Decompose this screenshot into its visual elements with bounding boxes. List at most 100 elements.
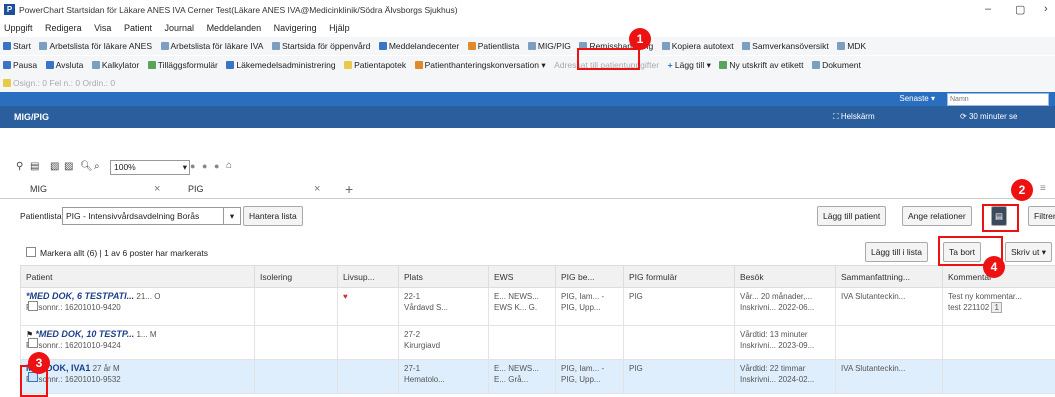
toolbar-kopiera-autotext[interactable]: Kopiera autotext <box>661 37 734 55</box>
patient-search-input[interactable] <box>947 93 1049 106</box>
col-livsup[interactable]: Livsup... <box>337 265 399 288</box>
row-checkbox[interactable] <box>28 301 38 311</box>
start-icon <box>3 42 11 50</box>
add-to-list-button[interactable]: Lägg till i lista <box>865 242 929 262</box>
print-icon[interactable]: ▤ <box>30 161 39 172</box>
toolbar-samverkansoversikt[interactable]: Samverkansöversikt <box>742 37 829 55</box>
close-icon[interactable]: × <box>154 180 160 198</box>
close-icon[interactable]: × <box>314 180 320 198</box>
livsup-cell <box>337 325 399 360</box>
set-relations-button[interactable]: Ange relationer <box>902 206 972 226</box>
col-ews[interactable]: EWS <box>488 265 556 288</box>
counters-text: Osign.: 0 Fel n.: 0 Ordin.: 0 <box>13 78 116 88</box>
toolbar-label: Patienthanteringskonversation <box>424 60 539 70</box>
col-sammanfattning[interactable]: Sammanfattning... <box>835 265 943 288</box>
menu-icon[interactable]: ≡ <box>1040 180 1046 198</box>
toolbar-lagg-till[interactable]: + Lägg till ▾ <box>668 56 711 74</box>
checkbox-icon <box>26 247 36 257</box>
comment-cell[interactable]: Test ny kommentar... test 221102 1 <box>942 287 1055 326</box>
col-pig-be[interactable]: PIG be... <box>555 265 624 288</box>
toolbar-patientapotek[interactable]: Patientapotek <box>344 56 406 74</box>
print-dropdown-button[interactable]: Skriv ut ▾ <box>1005 242 1052 262</box>
zoom-in-icon[interactable]: 🔍︎ <box>80 161 93 172</box>
close-button[interactable]: › <box>1044 3 1048 15</box>
patient-cell[interactable]: ⚑ *MED DOK, 10 TESTP... 1... M Personnr.:… <box>20 325 255 360</box>
tab-pig[interactable]: PIG <box>188 180 204 198</box>
fullscreen-button[interactable]: ⛶ Helskärm <box>833 112 875 122</box>
menu-meddelanden[interactable]: Meddelanden <box>207 20 262 36</box>
patient-list-select[interactable]: PIG - Intensivvårdsavdelning Borås <box>62 207 230 225</box>
ews-cell: E... NEWS... E... Grå... <box>488 359 556 394</box>
toolbar-mig-pig[interactable]: MIG/PIG <box>527 37 571 55</box>
add-tab-button[interactable]: + <box>345 180 353 198</box>
toolbar-patienthanteringskonversation[interactable]: Patienthanteringskonversation ▾ <box>414 56 546 74</box>
toolbar-mdk[interactable]: MDK <box>837 37 866 55</box>
select-all-checkbox[interactable]: Markera allt (6) | 1 av 6 poster har mar… <box>26 247 208 258</box>
isolering-cell <box>254 325 338 360</box>
menu-redigera[interactable]: Redigera <box>45 20 82 36</box>
toolbar-startsida-oppenvard[interactable]: Startsida för öppenvård <box>271 37 371 55</box>
menu-visa[interactable]: Visa <box>94 20 111 36</box>
menu-navigering[interactable]: Navigering <box>274 20 317 36</box>
home-icon[interactable]: ⌂ <box>226 160 232 171</box>
recent-dropdown[interactable]: Senaste ▾ <box>899 94 935 103</box>
row-checkbox[interactable] <box>28 338 38 348</box>
menu-journal[interactable]: Journal <box>165 20 195 36</box>
menu-uppgift[interactable]: Uppgift <box>4 20 33 36</box>
comment-count-badge: 1 <box>991 302 1002 313</box>
restore-button[interactable]: ▢ <box>1015 3 1025 16</box>
ews-value: E... NEWS... <box>494 364 539 373</box>
col-besok[interactable]: Besök <box>734 265 836 288</box>
toolbar-pausa[interactable]: Pausa <box>3 56 37 74</box>
binoculars-icon[interactable]: ⚲ <box>16 161 23 172</box>
ews-cell: E... NEWS... EWS K... G. <box>488 287 556 326</box>
livsup-cell <box>337 359 399 394</box>
patient-id: Personnr.: 16201010-9420 <box>26 303 121 312</box>
comment-cell[interactable] <box>942 325 1055 360</box>
menu-patient[interactable]: Patient <box>124 20 152 36</box>
minimize-button[interactable]: – <box>985 3 991 15</box>
toolbar-patientlista[interactable]: Patientlista <box>467 37 519 55</box>
toolbar-label: Startsida för öppenvård <box>281 41 371 51</box>
zoom-select[interactable]: 100% ▾ <box>110 160 190 175</box>
chevron-down-icon[interactable]: ▾ <box>223 207 241 225</box>
add-patient-button[interactable]: Lägg till patient <box>817 206 887 226</box>
toolbar-start[interactable]: Start <box>3 37 31 55</box>
col-pig-formular[interactable]: PIG formulär <box>623 265 735 288</box>
table-row[interactable]: ⚑ *MED DOK, 10 TESTP... 1... M Personnr.:… <box>20 325 1055 360</box>
zoom-out-icon[interactable]: ⌕ <box>94 161 100 172</box>
tab-mig[interactable]: MIG <box>30 180 47 198</box>
recent-label: Senaste <box>899 94 929 103</box>
table-row[interactable]: MEDDOK, IVA1 27 år M Personnr.: 16201010-… <box>20 359 1055 394</box>
copy-icon[interactable]: ▧ <box>50 161 59 172</box>
patient-cell[interactable]: *MED DOK, 6 TESTPATI... 21... O Personnr.… <box>20 287 255 326</box>
paste-icon[interactable]: ▨ <box>64 161 73 172</box>
toolbar-arbetslista-iva[interactable]: Arbetslista för läkare IVA <box>160 37 263 55</box>
menu-hjalp[interactable]: Hjälp <box>329 20 350 36</box>
toolbar-arbetslista-anes[interactable]: Arbetslista för läkare ANES <box>39 37 152 55</box>
filter-button[interactable]: Filtrera <box>1028 206 1055 226</box>
patient-cell[interactable]: MEDDOK, IVA1 27 år M Personnr.: 16201010-… <box>20 359 255 394</box>
ward: Hematolo... <box>404 375 445 384</box>
summary-cell: IVA Slutanteckin... <box>835 359 943 394</box>
refresh-button[interactable]: ⟳ 30 minuter se <box>960 112 1017 121</box>
patient-name[interactable]: *MED DOK, 10 TESTP... <box>35 329 134 339</box>
col-patient[interactable]: Patient <box>20 265 255 288</box>
toolbar-ny-utskrift[interactable]: Ny utskrift av etikett <box>719 56 804 74</box>
toolbar-kalkylator[interactable]: Kalkylator <box>91 56 139 74</box>
back-icon[interactable]: ● <box>190 161 195 171</box>
toolbar-tillaggsformular[interactable]: Tilläggsformulär <box>147 56 218 74</box>
pig-value: PIG, Iam... - <box>561 292 605 301</box>
toolbar-avsluta[interactable]: Avsluta <box>45 56 83 74</box>
toolbar-dokument[interactable]: Dokument <box>812 56 861 74</box>
col-plats[interactable]: Plats <box>398 265 489 288</box>
patient-name[interactable]: *MED DOK, 6 TESTPATI... <box>26 291 134 301</box>
toolbar-meddelandecenter[interactable]: Meddelandecenter <box>378 37 459 55</box>
stop-icon[interactable]: ● <box>214 161 219 171</box>
forward-icon[interactable]: ● <box>202 161 207 171</box>
comment-cell[interactable] <box>942 359 1055 394</box>
col-isolering[interactable]: Isolering <box>254 265 338 288</box>
toolbar-lakemedelsadministrering[interactable]: Läkemedelsadministrering <box>226 56 336 74</box>
manage-list-button[interactable]: Hantera lista <box>243 206 303 226</box>
table-row[interactable]: *MED DOK, 6 TESTPATI... 21... O Personnr.… <box>20 287 1055 326</box>
